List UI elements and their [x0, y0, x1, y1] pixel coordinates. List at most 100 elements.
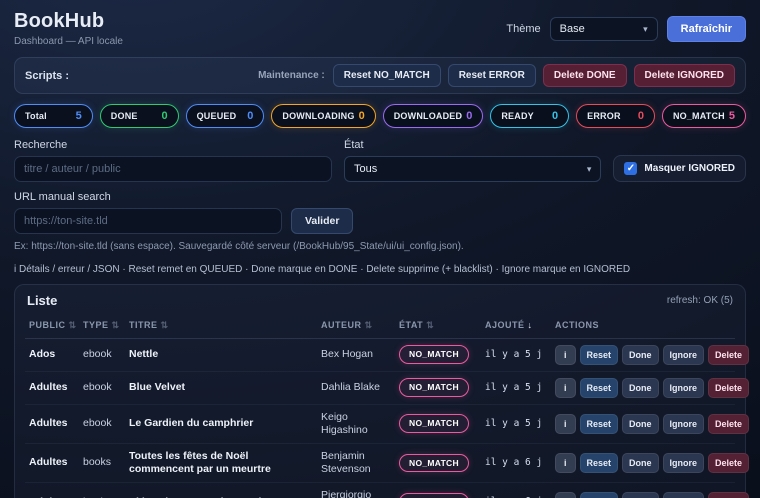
maintenance-label: Maintenance :	[258, 70, 325, 81]
maintenance-group: Maintenance : Reset NO_MATCH Reset ERROR D…	[258, 64, 735, 87]
row-action-delete[interactable]: Delete	[708, 378, 749, 398]
row-action-done[interactable]: Done	[622, 453, 659, 473]
status-badge: NO_MATCH	[399, 345, 469, 364]
column-header-titre[interactable]: TITRE⇅	[129, 320, 315, 331]
column-header-ajoute[interactable]: AJOUTÉ↓	[485, 320, 549, 330]
cell-auteur: Piergiorgio Pulixi	[321, 489, 393, 498]
row-action-reset[interactable]: Reset	[580, 414, 619, 434]
maintenance-button-reset-error[interactable]: Reset ERROR	[448, 64, 536, 87]
row-action-done[interactable]: Done	[622, 378, 659, 398]
column-label: AUTEUR	[321, 320, 362, 330]
sort-icon: ⇅	[112, 320, 120, 331]
stat-value: 5	[729, 110, 735, 122]
row-action-ignore[interactable]: Ignore	[663, 453, 705, 473]
state-select[interactable]: Tous ▾	[344, 156, 601, 182]
row-action-done[interactable]: Done	[622, 492, 659, 498]
actions-legend: i Détails / erreur / JSON · Reset remet …	[14, 264, 746, 275]
cell-auteur: Dahlia Blake	[321, 381, 393, 394]
stat-total: Total5	[14, 104, 93, 128]
stat-value: 0	[247, 110, 253, 122]
maintenance-button-delete-done[interactable]: Delete DONE	[543, 64, 627, 87]
row-actions: iResetDoneIgnoreDelete	[555, 453, 731, 473]
row-action-ignore[interactable]: Ignore	[663, 492, 705, 498]
cell-etat: NO_MATCH	[399, 454, 479, 473]
stats-row: Total5DONE0QUEUED0DOWNLOADING0DOWNLOADED…	[14, 104, 746, 128]
row-action-details[interactable]: i	[555, 414, 576, 434]
stat-downloaded: DOWNLOADED0	[383, 104, 484, 128]
url-input[interactable]	[14, 208, 282, 234]
maintenance-button-reset-no-match[interactable]: Reset NO_MATCH	[333, 64, 441, 87]
stat-label: DOWNLOADED	[394, 111, 463, 121]
column-label: PUBLIC	[29, 320, 66, 330]
cell-titre: Blue Velvet	[129, 381, 315, 394]
sort-icon: ⇅	[426, 320, 434, 331]
cell-auteur: Bex Hogan	[321, 348, 393, 361]
row-action-details[interactable]: i	[555, 378, 576, 398]
column-label: AJOUTÉ	[485, 320, 525, 330]
bookhub-dashboard: BookHub Dashboard — API locale Thème Bas…	[0, 0, 760, 498]
cell-titre: Toutes les fêtes de Noël commencent par …	[129, 450, 315, 476]
row-action-done[interactable]: Done	[622, 414, 659, 434]
cell-public: Adultes	[29, 456, 77, 469]
table-row: AdultesebookLe Gardien du camphrierKeigo…	[25, 405, 735, 444]
app-title: BookHub	[14, 10, 123, 33]
hide-ignored-toggle[interactable]: ✓ Masquer IGNORED	[613, 155, 746, 182]
column-header-etat[interactable]: ÉTAT⇅	[399, 320, 479, 331]
header: BookHub Dashboard — API locale Thème Bas…	[0, 0, 760, 51]
search-input[interactable]	[14, 156, 332, 182]
table-header-row: PUBLIC⇅TYPE⇅TITRE⇅AUTEUR⇅ÉTAT⇅AJOUTÉ↓ACT…	[25, 315, 735, 339]
column-header-actions: ACTIONS	[555, 320, 731, 330]
row-action-reset[interactable]: Reset	[580, 492, 619, 498]
state-field: État Tous ▾	[344, 139, 601, 182]
url-search-section: URL manual search Valider Ex: https://to…	[14, 191, 746, 255]
column-label: ACTIONS	[555, 320, 599, 330]
scripts-label: Scripts :	[25, 70, 69, 82]
state-label: État	[344, 139, 601, 151]
stat-label: ERROR	[587, 111, 621, 121]
column-header-auteur[interactable]: AUTEUR⇅	[321, 320, 393, 331]
row-action-reset[interactable]: Reset	[580, 345, 619, 365]
row-action-details[interactable]: i	[555, 492, 576, 498]
cell-type: ebook	[83, 417, 123, 430]
refresh-button[interactable]: Rafraîchir	[667, 16, 746, 42]
row-action-done[interactable]: Done	[622, 345, 659, 365]
column-header-type[interactable]: TYPE⇅	[83, 320, 123, 331]
row-action-delete[interactable]: Delete	[708, 453, 749, 473]
row-action-delete[interactable]: Delete	[708, 492, 749, 498]
url-help-text: Ex: https://ton-site.tld (sans espace). …	[14, 240, 476, 255]
stat-queued: QUEUED0	[186, 104, 265, 128]
cell-public: Adultes	[29, 417, 77, 430]
row-actions: iResetDoneIgnoreDelete	[555, 345, 731, 365]
theme-select[interactable]: Base ▾	[550, 17, 658, 41]
table-row: AdultesebookBlue VelvetDahlia BlakeNO_MA…	[25, 372, 735, 405]
row-action-reset[interactable]: Reset	[580, 378, 619, 398]
row-actions: iResetDoneIgnoreDelete	[555, 414, 731, 434]
stat-done: DONE0	[100, 104, 179, 128]
row-action-ignore[interactable]: Ignore	[663, 378, 705, 398]
header-titles: BookHub Dashboard — API locale	[14, 10, 123, 47]
cell-type: books	[83, 456, 123, 469]
search-field: Recherche	[14, 139, 332, 182]
cell-etat: NO_MATCH	[399, 414, 479, 433]
row-action-details[interactable]: i	[555, 453, 576, 473]
stat-value: 0	[552, 110, 558, 122]
row-action-ignore[interactable]: Ignore	[663, 414, 705, 434]
cell-public: Ados	[29, 348, 77, 361]
row-action-delete[interactable]: Delete	[708, 414, 749, 434]
row-actions: iResetDoneIgnoreDelete	[555, 378, 731, 398]
column-header-public[interactable]: PUBLIC⇅	[29, 320, 77, 331]
app-subtitle: Dashboard — API locale	[14, 36, 123, 47]
row-action-ignore[interactable]: Ignore	[663, 345, 705, 365]
stat-value: 0	[638, 110, 644, 122]
row-action-details[interactable]: i	[555, 345, 576, 365]
chevron-down-icon: ▾	[587, 164, 592, 175]
valider-button[interactable]: Valider	[291, 208, 353, 234]
stat-value: 0	[359, 110, 365, 122]
maintenance-button-delete-ignored[interactable]: Delete IGNORED	[634, 64, 735, 87]
url-search-label: URL manual search	[14, 191, 746, 203]
row-action-reset[interactable]: Reset	[580, 453, 619, 473]
stat-label: NO_MATCH	[673, 111, 725, 121]
search-label: Recherche	[14, 139, 332, 151]
row-action-delete[interactable]: Delete	[708, 345, 749, 365]
hide-ignored-label: Masquer IGNORED	[644, 163, 735, 174]
